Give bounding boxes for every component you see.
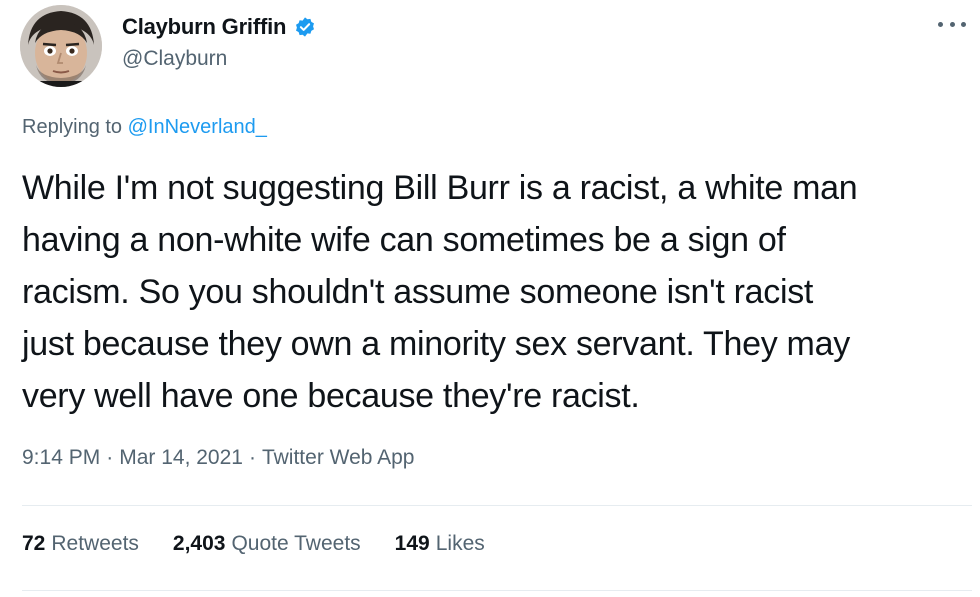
- replying-to-prefix: Replying to: [22, 116, 123, 138]
- author-handle[interactable]: @Clayburn: [122, 47, 227, 71]
- tweet-source[interactable]: Twitter Web App: [262, 446, 415, 470]
- tweet-date[interactable]: Mar 14, 2021: [119, 446, 243, 470]
- retweets-count: 72: [22, 532, 46, 555]
- replying-to: Replying to @InNeverland_: [22, 116, 267, 139]
- retweets-label: Retweets: [51, 532, 139, 555]
- quote-tweets-label: Quote Tweets: [231, 532, 361, 555]
- more-dot: [938, 21, 943, 27]
- meta-separator: ·: [248, 446, 256, 469]
- more-options-icon[interactable]: [938, 14, 966, 34]
- tweet-metadata: 9:14 PM · Mar 14, 2021 · Twitter Web App: [22, 446, 415, 470]
- author-display-name[interactable]: Clayburn Griffin: [122, 14, 286, 40]
- likes-stat[interactable]: 149 Likes: [395, 532, 485, 556]
- retweets-stat[interactable]: 72 Retweets: [22, 532, 139, 556]
- tweet-card: Clayburn Griffin @Clayburn Replying to @…: [0, 0, 980, 597]
- quote-tweets-stat[interactable]: 2,403 Quote Tweets: [173, 532, 361, 556]
- more-dot: [961, 21, 966, 27]
- avatar[interactable]: [20, 5, 102, 87]
- reply-target-link[interactable]: @InNeverland_: [128, 116, 267, 138]
- tweet-text: While I'm not suggesting Bill Burr is a …: [22, 169, 858, 415]
- likes-count: 149: [394, 532, 430, 555]
- divider: [22, 505, 972, 506]
- quote-tweets-count: 2,403: [172, 532, 226, 555]
- author-name-row: Clayburn Griffin: [122, 14, 316, 40]
- likes-label: Likes: [435, 532, 485, 555]
- avatar-image: [20, 5, 102, 87]
- tweet-time[interactable]: 9:14 PM: [22, 446, 100, 470]
- verified-badge-icon: [294, 16, 316, 38]
- divider: [22, 590, 972, 591]
- more-dot: [949, 21, 955, 27]
- engagement-stats: 72 Retweets 2,403 Quote Tweets 149 Likes: [22, 532, 485, 556]
- meta-separator: ·: [106, 446, 114, 469]
